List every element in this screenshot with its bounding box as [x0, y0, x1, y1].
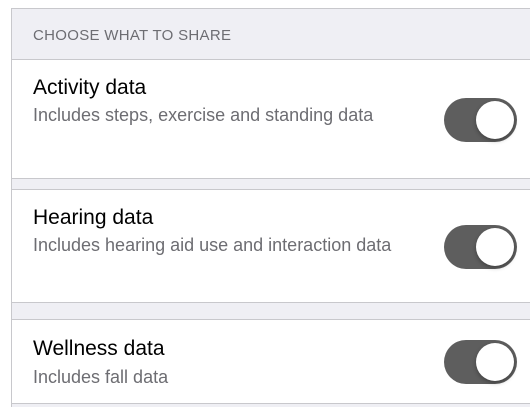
- hearing-data-toggle[interactable]: [444, 225, 517, 269]
- toggle-knob: [476, 343, 514, 381]
- hearing-data-title: Hearing data: [33, 206, 154, 229]
- toggle-knob: [476, 101, 514, 139]
- setting-row-wellness: Wellness data Includes fall data: [12, 319, 530, 404]
- toggle-knob: [476, 228, 514, 266]
- section-header: CHOOSE WHAT TO SHARE: [12, 9, 530, 59]
- setting-row-hearing: Hearing data Includes hearing aid use an…: [12, 189, 530, 303]
- wellness-data-toggle[interactable]: [444, 340, 517, 384]
- setting-row-activity: Activity data Includes steps, exercise a…: [12, 59, 530, 179]
- wellness-data-title: Wellness data: [33, 337, 165, 360]
- hearing-data-description: Includes hearing aid use and interaction…: [33, 235, 392, 255]
- share-settings-panel: CHOOSE WHAT TO SHARE Activity data Inclu…: [11, 8, 530, 407]
- wellness-data-description: Includes fall data: [33, 367, 169, 387]
- activity-data-toggle[interactable]: [444, 98, 517, 142]
- section-header-label: CHOOSE WHAT TO SHARE: [33, 27, 232, 44]
- activity-data-title: Activity data: [33, 76, 147, 99]
- activity-data-description: Includes steps, exercise and standing da…: [33, 105, 374, 125]
